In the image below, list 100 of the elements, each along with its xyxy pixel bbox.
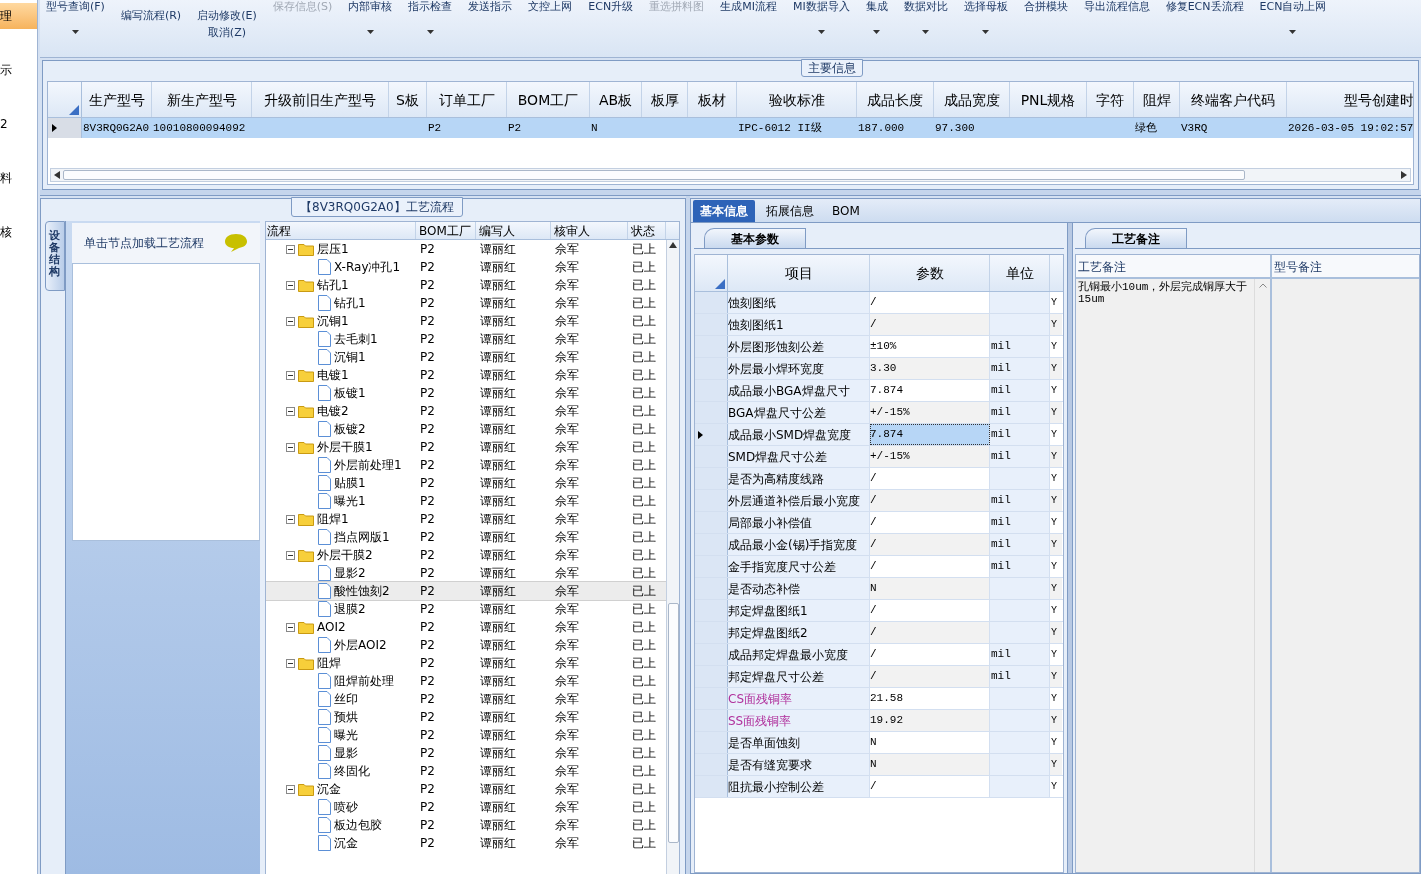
column-header[interactable]: 订单工厂 (427, 82, 507, 117)
column-header[interactable]: 项目 (728, 255, 870, 291)
column-header[interactable]: AB板 (590, 82, 642, 117)
column-header[interactable]: 字符 (1087, 82, 1134, 117)
tree-node-label: 阻焊1 (317, 511, 349, 528)
selected-cell[interactable]: 7.874 (870, 424, 990, 445)
toolbar-command[interactable]: 合拼模块 (1023, 0, 1068, 13)
collapse-icon[interactable] (286, 784, 295, 794)
table-cell: 邦定焊盘图纸1 (728, 600, 870, 621)
toolbar-command[interactable]: ECN自动上网 (1259, 0, 1327, 34)
table-cell: N (870, 754, 990, 775)
tree-row[interactable]: 酸性蚀刻2 P2 谭丽红 佘军 已上 (266, 582, 666, 600)
table-cell: P2 (508, 122, 522, 134)
table-cell: P2 (420, 710, 435, 724)
toolbar-command[interactable]: 启动修改(E) (197, 9, 257, 22)
toolbar-command[interactable]: 生成MI流程 (720, 0, 777, 13)
column-header[interactable]: 生产型号 (82, 82, 152, 117)
collapse-icon[interactable] (286, 244, 295, 254)
dropdown-arrow-icon[interactable] (366, 30, 374, 34)
column-header[interactable]: 板厚 (642, 82, 688, 117)
tab[interactable]: 工艺备注 (1085, 228, 1187, 248)
collapse-icon[interactable] (286, 658, 295, 668)
column-header[interactable]: 新生产型号 (152, 82, 252, 117)
column-header[interactable]: 板材 (688, 82, 737, 117)
table-cell: 已上 (632, 728, 656, 742)
dropdown-arrow-icon[interactable] (922, 30, 930, 34)
toolbar-command[interactable]: 编写流程(R) (120, 9, 182, 22)
splitter[interactable] (40, 190, 1421, 196)
document-icon (318, 745, 331, 761)
toolbar-command[interactable]: MI数据导入 (792, 0, 850, 34)
tab[interactable]: 拓展信息 (759, 200, 821, 222)
column-header[interactable]: 成品宽度 (934, 82, 1010, 117)
collapse-icon[interactable] (286, 406, 295, 416)
toolbar-command[interactable]: 文控上网 (528, 0, 573, 13)
column-header[interactable]: 参数 (870, 255, 990, 291)
table-cell: P2 (420, 602, 435, 616)
dropdown-arrow-icon[interactable] (426, 30, 434, 34)
dropdown-arrow-icon[interactable] (982, 30, 990, 34)
scroll-up-icon[interactable] (669, 242, 677, 248)
column-header[interactable]: 型号创建时 (1287, 82, 1413, 117)
column-header[interactable]: 升级前旧生产型号 (252, 82, 389, 117)
collapse-icon[interactable] (286, 316, 295, 326)
table-cell: 已上 (632, 278, 656, 292)
toolbar-command[interactable]: 修复ECN丢流程 (1165, 0, 1244, 13)
table-row[interactable]: 8V3RQ0G2A0 10010800094092 P2 P2 N IPC-6012 II级 187.000 97.300 绿色 V3RQ 2026-03-05 19:02:57 (48, 118, 1413, 138)
dropdown-arrow-icon[interactable] (71, 30, 79, 34)
toolbar-command[interactable]: 内部审核 (348, 0, 393, 34)
nav-item[interactable]: 理 (0, 3, 37, 29)
column-header[interactable]: 状态 (628, 222, 666, 239)
toolbar-command[interactable]: 发送指示 (468, 0, 513, 13)
side-tab[interactable]: 设备结构 (45, 221, 65, 291)
tree-node-label: 沉铜1 (334, 349, 366, 366)
toolbar-command[interactable]: 指示检查 (408, 0, 453, 34)
collapse-icon[interactable] (286, 550, 295, 560)
toolbar-command[interactable]: 取消(Z) (207, 26, 246, 39)
column-header[interactable]: 验收标准 (737, 82, 857, 117)
collapse-icon[interactable] (286, 370, 295, 380)
column-header[interactable]: 阻焊 (1134, 82, 1180, 117)
column-header[interactable]: 核审人 (551, 222, 628, 239)
collapse-icon[interactable] (286, 514, 295, 524)
vertical-scrollbar[interactable] (666, 240, 679, 874)
table-cell: 邦定焊盘尺寸公差 (728, 666, 870, 687)
column-header[interactable]: 成品长度 (857, 82, 934, 117)
column-header[interactable]: 流程 (266, 222, 416, 239)
splitter[interactable] (686, 196, 690, 874)
tab[interactable]: 基本信息 (693, 200, 755, 222)
table-cell: 成品邦定焊盘最小宽度 (728, 644, 870, 665)
tab[interactable]: BOM (825, 200, 867, 222)
column-header[interactable]: BOM工厂 (507, 82, 590, 117)
toolbar-command[interactable]: 导出流程信息 (1083, 0, 1150, 13)
toolbar-command[interactable]: 集成 (865, 0, 888, 34)
table-cell: 外层图形蚀刻公差 (728, 336, 870, 357)
toolbar-command[interactable]: ECN升级 (588, 0, 634, 13)
splitter[interactable] (1067, 223, 1073, 873)
collapse-icon[interactable] (286, 622, 295, 632)
dropdown-arrow-icon[interactable] (873, 30, 881, 34)
row-header[interactable] (695, 424, 728, 445)
table-cell: 谭丽红 (480, 674, 516, 688)
tab[interactable]: 基本参数 (704, 228, 806, 248)
collapse-icon[interactable] (286, 280, 295, 290)
column-header[interactable]: 单位 (990, 255, 1050, 291)
column-header[interactable]: 终端客户代码 (1180, 82, 1287, 117)
scroll-left-icon[interactable] (54, 171, 60, 179)
table-cell: 谭丽红 (480, 404, 516, 418)
column-header[interactable]: BOM工厂 (416, 222, 476, 239)
toolbar-command[interactable]: 数据对比 (903, 0, 948, 34)
tree-node-label: 钻孔1 (317, 277, 349, 294)
column-header[interactable]: PNL规格 (1010, 82, 1087, 117)
scroll-right-icon[interactable] (1401, 171, 1407, 179)
dropdown-arrow-icon[interactable] (1289, 30, 1297, 34)
column-header[interactable]: S板 (389, 82, 427, 117)
collapse-icon[interactable] (286, 442, 295, 452)
vertical-scrollbar[interactable] (1254, 279, 1270, 872)
column-header[interactable]: 编写人 (476, 222, 551, 239)
table-cell: 已上 (632, 800, 656, 814)
horizontal-scrollbar[interactable] (50, 168, 1411, 182)
dropdown-arrow-icon[interactable] (817, 30, 825, 34)
toolbar-command[interactable]: 型号查询(F) (46, 0, 105, 34)
toolbar-command[interactable]: 选择母板 (963, 0, 1008, 34)
table-cell: 佘军 (555, 548, 579, 562)
